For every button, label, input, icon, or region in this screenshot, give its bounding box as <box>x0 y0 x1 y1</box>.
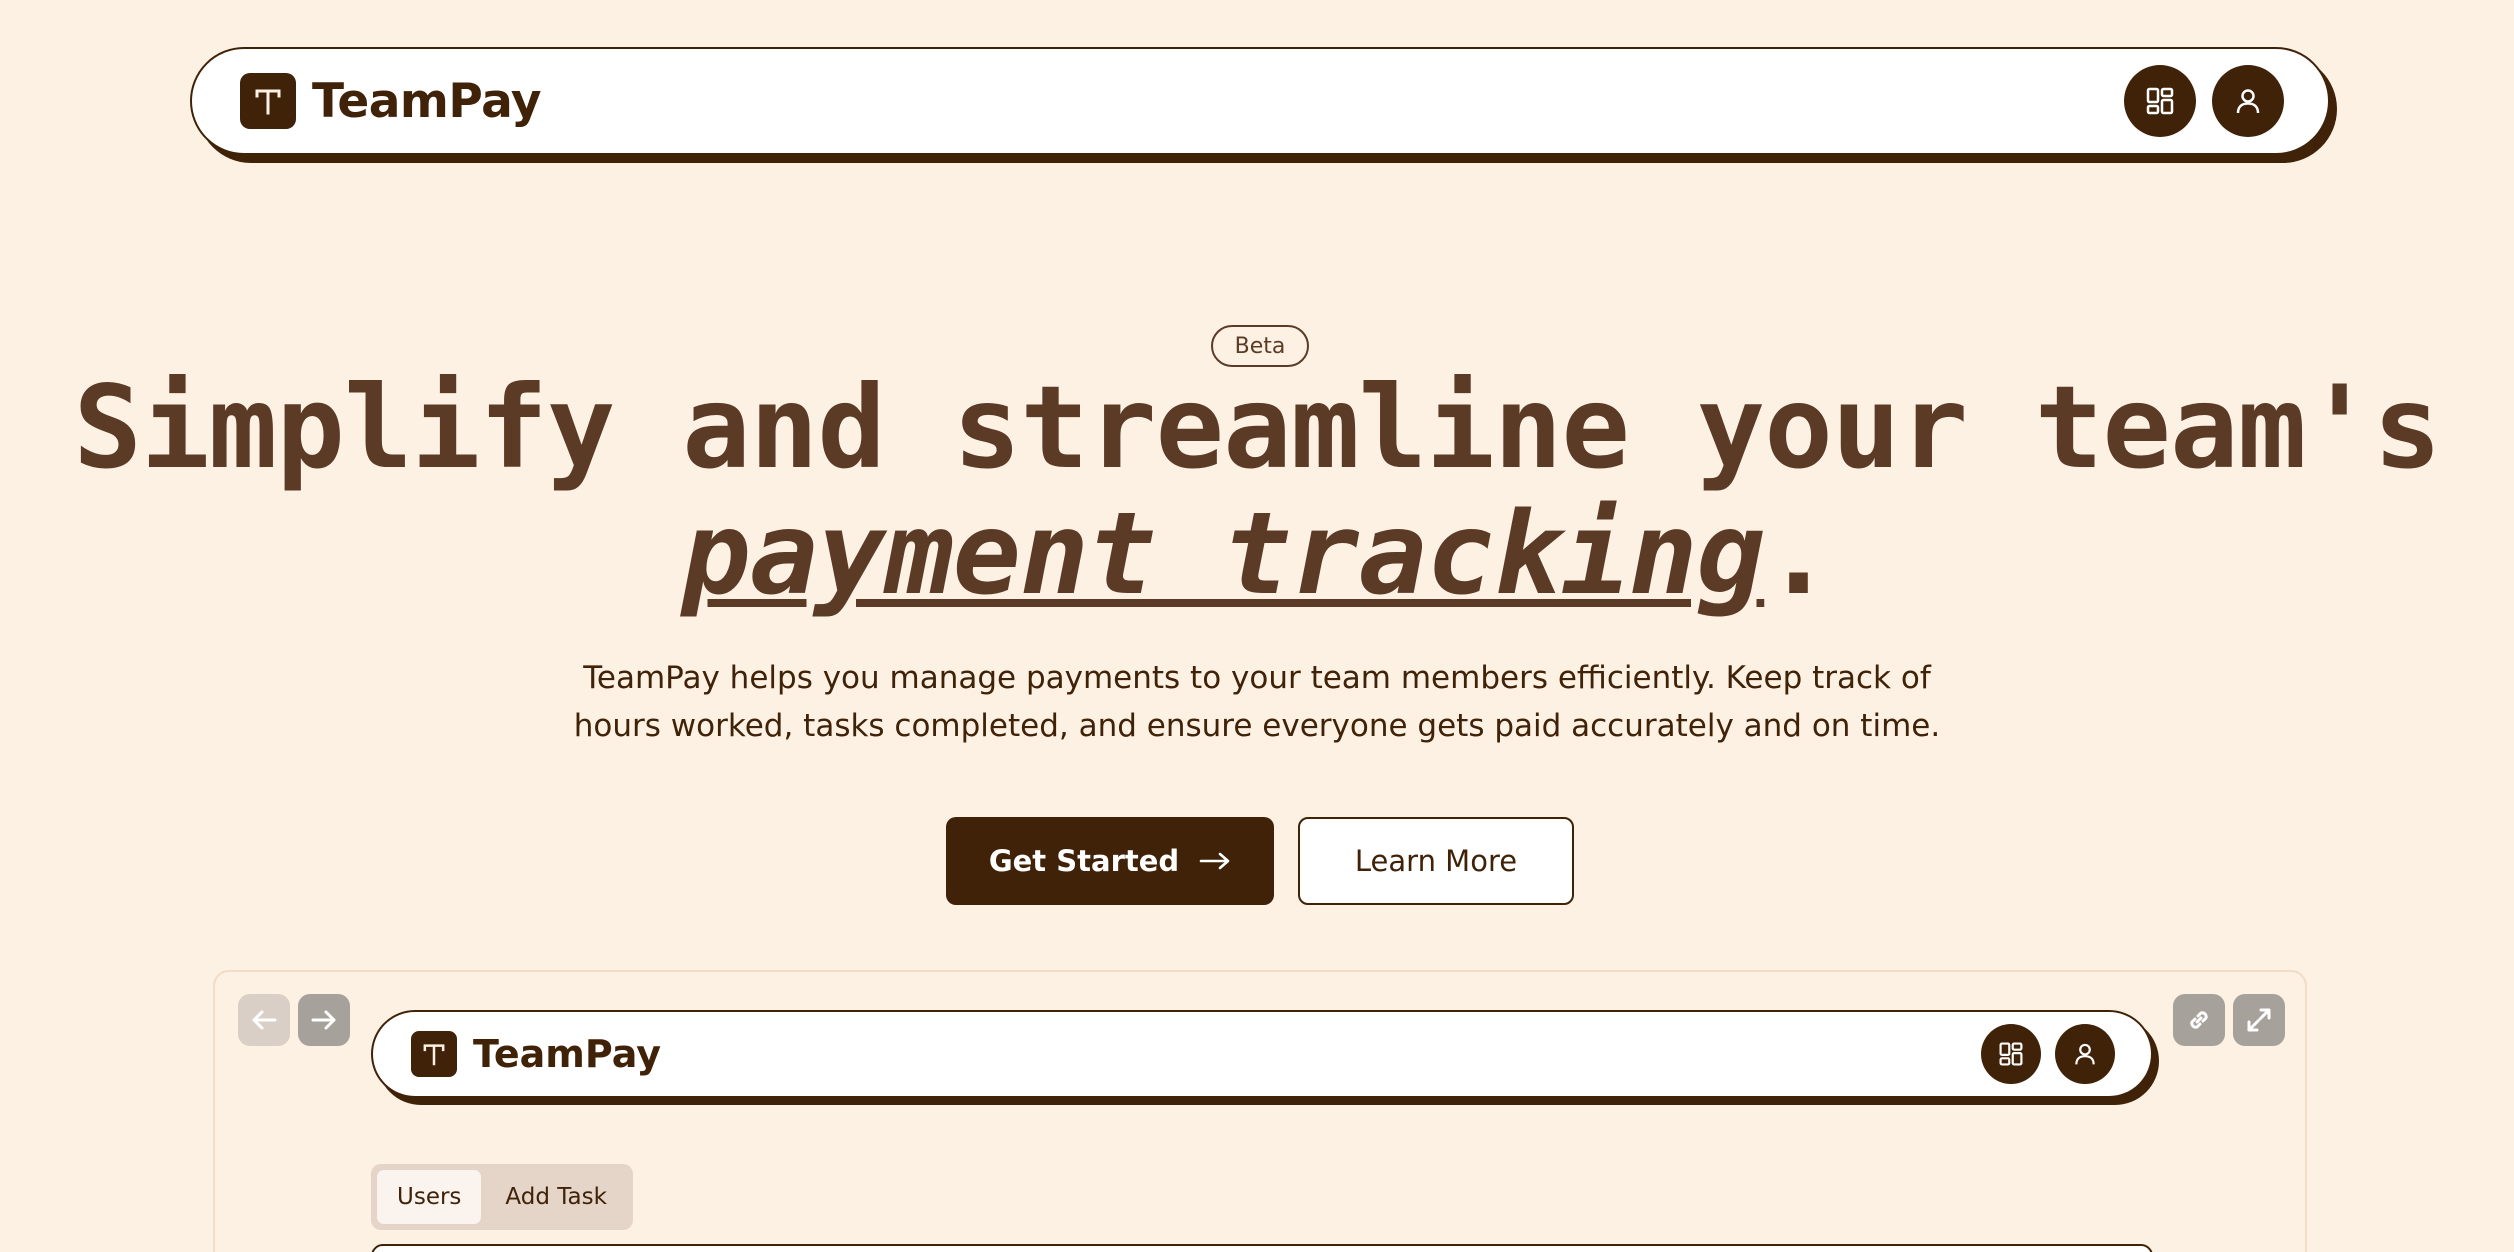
preview-brand[interactable]: TeamPay <box>411 1031 661 1077</box>
preview-back-button[interactable] <box>238 994 290 1046</box>
user-icon <box>2236 89 2260 114</box>
dashboard-button[interactable] <box>2124 65 2196 137</box>
tab-users[interactable]: Users <box>377 1170 482 1224</box>
preview-expand-button[interactable] <box>2233 994 2285 1046</box>
profile-button[interactable] <box>2212 65 2284 137</box>
preview-link-button[interactable] <box>2173 994 2225 1046</box>
get-started-button[interactable]: Get Started <box>946 817 1274 905</box>
hero-headline: Simplify and streamline your team's paym… <box>0 365 2514 617</box>
arrow-right-icon <box>311 1010 336 1030</box>
preview-profile-button[interactable] <box>2055 1024 2115 1084</box>
nav-actions <box>2124 65 2284 137</box>
preview-dashboard-button[interactable] <box>1981 1024 2041 1084</box>
headline-emphasis: payment tracking <box>682 487 1765 620</box>
cta-row: Get Started Learn More <box>946 817 1574 905</box>
link-icon <box>2190 1011 2208 1029</box>
dashboard-grid-icon <box>1999 1042 2023 1066</box>
expand-icon <box>2247 1008 2271 1032</box>
preview-tabs: Users Add Task <box>371 1164 633 1230</box>
get-started-label: Get Started <box>988 844 1180 878</box>
headline-period: . <box>1764 487 1833 620</box>
preview-forward-button[interactable] <box>298 994 350 1046</box>
user-icon <box>2075 1043 2095 1065</box>
app-preview: TeamPay Users Add Task <box>213 970 2307 1252</box>
brand[interactable]: TeamPay <box>240 73 541 129</box>
arrow-right-icon <box>1199 852 1230 870</box>
brand-name: TeamPay <box>312 73 541 129</box>
t-logo-icon <box>240 73 296 129</box>
hero-description: TeamPay helps you manage payments to you… <box>573 660 1941 744</box>
headline-line1: Simplify and streamline your team's <box>73 361 2441 494</box>
preview-content-card <box>371 1244 2153 1252</box>
arrow-left-icon <box>252 1010 277 1030</box>
preview-navbar: TeamPay <box>371 1010 2153 1098</box>
preview-brand-name: TeamPay <box>473 1032 661 1076</box>
learn-more-button[interactable]: Learn More <box>1298 817 1574 905</box>
top-navbar: TeamPay <box>190 47 2330 155</box>
landing-page: TeamPay Beta Simplify and streamline you… <box>0 0 2514 1252</box>
t-logo-icon <box>411 1031 457 1077</box>
preview-nav-actions <box>1981 1024 2115 1084</box>
tab-add-task[interactable]: Add Task <box>485 1170 626 1224</box>
dashboard-grid-icon <box>2146 87 2174 115</box>
headline-line2: payment tracking. <box>0 491 2514 617</box>
